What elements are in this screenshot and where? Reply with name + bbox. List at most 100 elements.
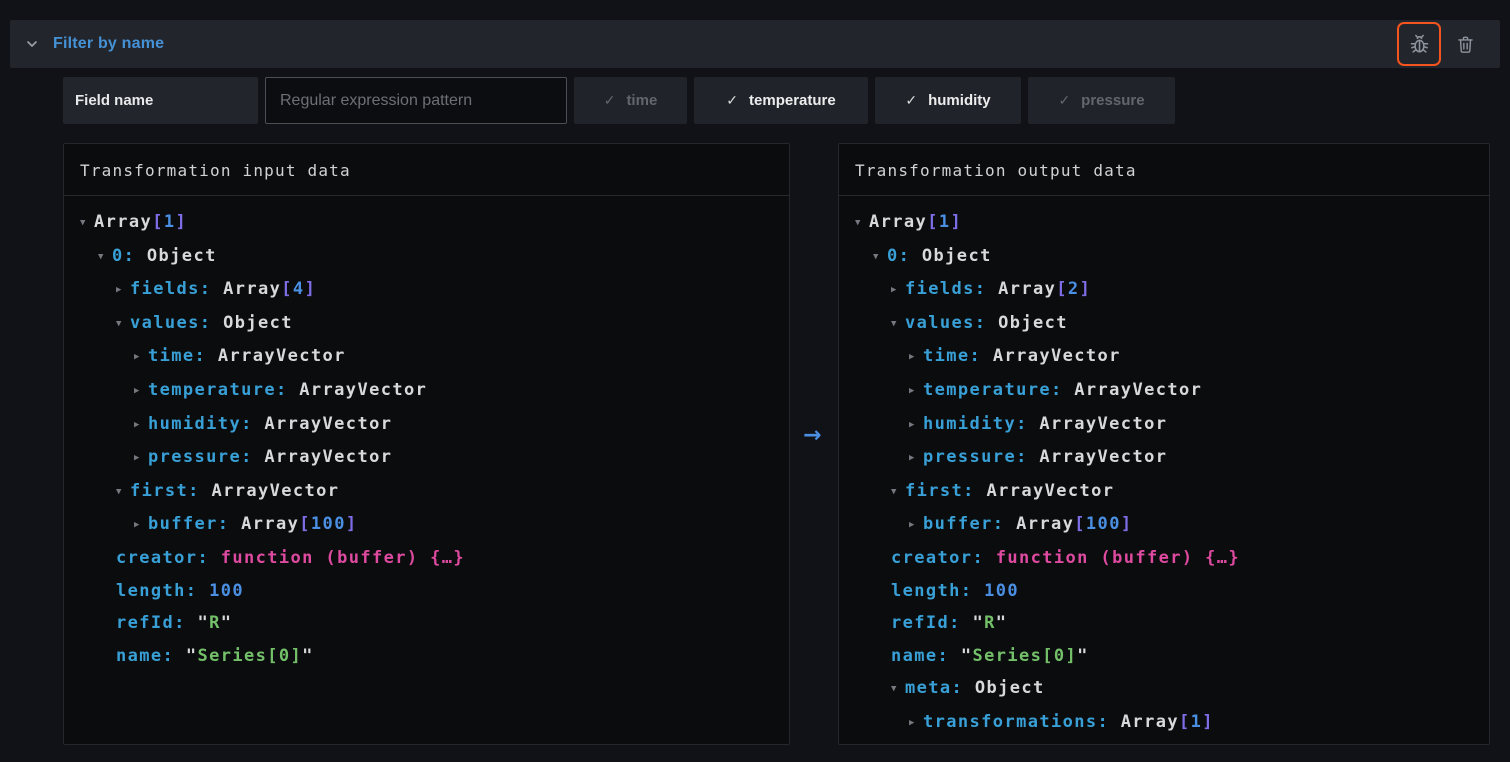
json-bracket: [ xyxy=(299,514,311,534)
field-toggle-pressure[interactable]: ✓ pressure xyxy=(1028,77,1175,124)
json-tree-row[interactable]: ▶buffer: Array[100] xyxy=(839,508,1489,542)
json-str: Series[0] xyxy=(972,646,1077,666)
json-type: ArrayVector xyxy=(218,346,346,366)
json-bracket: [ xyxy=(1179,712,1191,732)
json-tree-row[interactable]: ▶transformations: Array[1] xyxy=(839,706,1489,740)
field-toggle-time[interactable]: ✓time xyxy=(574,77,687,124)
json-type: ArrayVector xyxy=(1039,447,1167,467)
output-panel-title: Transformation output data xyxy=(839,144,1489,196)
json-quote: " xyxy=(302,646,314,666)
json-quote: " xyxy=(1077,646,1089,666)
expand-toggle-icon[interactable]: ▶ xyxy=(909,375,923,408)
json-tree-row[interactable]: ▶time: ArrayVector xyxy=(839,340,1489,374)
json-tree-row[interactable]: ▶pressure: ArrayVector xyxy=(839,441,1489,475)
json-tree-row[interactable]: ▶temperature: ArrayVector xyxy=(839,374,1489,408)
json-tree-row[interactable]: ▼values: Object xyxy=(839,307,1489,341)
expand-toggle-icon[interactable]: ▶ xyxy=(909,409,923,442)
json-key: time: xyxy=(148,346,218,366)
json-type: Object xyxy=(922,246,992,266)
field-toggle-humidity[interactable]: ✓humidity xyxy=(875,77,1021,124)
json-fn: function (buffer) {…} xyxy=(221,548,465,568)
json-tree-row: refId: "R" xyxy=(64,607,789,640)
json-tree-row[interactable]: ▶humidity: ArrayVector xyxy=(64,408,789,442)
json-type: ArrayVector xyxy=(1039,414,1167,434)
collapse-toggle-icon[interactable]: ▼ xyxy=(891,673,905,706)
collapse-toggle-icon[interactable]: ▼ xyxy=(891,476,905,509)
json-num: 100 xyxy=(1086,514,1121,534)
json-key: 0: xyxy=(887,246,922,266)
collapse-toggle-icon[interactable]: ▼ xyxy=(98,241,112,274)
expand-toggle-icon[interactable]: ▶ xyxy=(909,707,923,740)
transform-arrow-icon: → xyxy=(803,423,821,448)
json-bracket: [ xyxy=(1074,514,1086,534)
expand-toggle-icon[interactable]: ▶ xyxy=(116,274,130,307)
collapse-toggle-icon[interactable]: ▼ xyxy=(80,207,94,240)
json-tree-row[interactable]: ▼first: ArrayVector xyxy=(839,475,1489,509)
json-tree-row[interactable]: ▶pressure: ArrayVector xyxy=(64,441,789,475)
collapse-toggle-icon[interactable]: ▼ xyxy=(116,476,130,509)
field-name-label: Field name xyxy=(63,77,258,124)
debug-button[interactable] xyxy=(1397,22,1441,66)
json-tree-row[interactable]: ▼meta: Object xyxy=(839,672,1489,706)
json-type: ArrayVector xyxy=(993,346,1121,366)
json-tree-row[interactable]: ▼0: Object xyxy=(839,240,1489,274)
chevron-down-icon[interactable] xyxy=(24,36,40,52)
json-tree-row[interactable]: ▶fields: Array[4] xyxy=(64,273,789,307)
json-tree-row[interactable]: ▼Array[1] xyxy=(64,206,789,240)
field-toggle-label: pressure xyxy=(1081,92,1144,109)
json-tree-row[interactable]: ▼Array[1] xyxy=(839,206,1489,240)
expand-toggle-icon[interactable]: ▶ xyxy=(134,442,148,475)
json-type: Object xyxy=(223,313,293,333)
json-num: 1 xyxy=(164,212,176,232)
json-num: 1 xyxy=(1191,712,1203,732)
json-type: Array xyxy=(998,279,1056,299)
json-num: 2 xyxy=(1068,279,1080,299)
json-tree-row[interactable]: ▶humidity: ArrayVector xyxy=(839,408,1489,442)
expand-toggle-icon[interactable]: ▶ xyxy=(134,409,148,442)
collapse-toggle-icon[interactable]: ▼ xyxy=(855,207,869,240)
collapse-toggle-icon[interactable]: ▼ xyxy=(873,241,887,274)
field-toggle-label: humidity xyxy=(928,92,991,109)
field-toggle-temperature[interactable]: ✓temperature xyxy=(694,77,868,124)
expand-toggle-icon[interactable]: ▶ xyxy=(134,341,148,374)
json-tree-row[interactable]: ▶fields: Array[2] xyxy=(839,273,1489,307)
expand-toggle-icon[interactable]: ▶ xyxy=(134,509,148,542)
bug-icon xyxy=(1408,33,1431,56)
expand-toggle-icon[interactable]: ▶ xyxy=(134,375,148,408)
json-quote: " xyxy=(972,613,984,633)
json-bracket: ] xyxy=(1202,712,1214,732)
json-type: Array xyxy=(1016,514,1074,534)
json-tree-row[interactable]: ▼first: ArrayVector xyxy=(64,475,789,509)
json-bracket: ] xyxy=(1121,514,1133,534)
json-key: fields: xyxy=(905,279,998,299)
json-tree-row[interactable]: ▶time: ArrayVector xyxy=(64,340,789,374)
input-json-tree: ▼Array[1]▼0: Object▶fields: Array[4]▼val… xyxy=(64,196,789,672)
json-tree-row[interactable]: ▼0: Object xyxy=(64,240,789,274)
expand-toggle-icon[interactable]: ▶ xyxy=(909,341,923,374)
remove-transformation-button[interactable] xyxy=(1448,24,1482,64)
regex-pattern-input[interactable] xyxy=(265,77,567,124)
json-tree-row: length: 100 xyxy=(64,575,789,608)
json-tree-row[interactable]: ▼values: Object xyxy=(64,307,789,341)
json-bracket: [ xyxy=(927,212,939,232)
transformation-output-panel: Transformation output data ▼Array[1]▼0: … xyxy=(838,143,1490,745)
collapse-toggle-icon[interactable]: ▼ xyxy=(891,308,905,341)
json-key: buffer: xyxy=(923,514,1016,534)
json-bracket: ] xyxy=(305,279,317,299)
transformation-header-bar[interactable]: Filter by name xyxy=(10,20,1500,68)
json-tree-row[interactable]: ▶temperature: ArrayVector xyxy=(64,374,789,408)
json-key: first: xyxy=(905,481,986,501)
collapse-toggle-icon[interactable]: ▼ xyxy=(116,308,130,341)
json-bracket: ] xyxy=(1080,279,1092,299)
check-icon: ✓ xyxy=(1058,92,1070,109)
expand-toggle-icon[interactable]: ▶ xyxy=(909,509,923,542)
expand-toggle-icon[interactable]: ▶ xyxy=(891,274,905,307)
json-num: 1 xyxy=(939,212,951,232)
field-toggle-label: time xyxy=(626,92,657,109)
json-num: 100 xyxy=(311,514,346,534)
expand-toggle-icon[interactable]: ▶ xyxy=(909,442,923,475)
json-type: Array xyxy=(223,279,281,299)
json-tree-row[interactable]: ▶buffer: Array[100] xyxy=(64,508,789,542)
json-fn: function (buffer) {…} xyxy=(996,548,1240,568)
json-key: name: xyxy=(891,646,961,666)
